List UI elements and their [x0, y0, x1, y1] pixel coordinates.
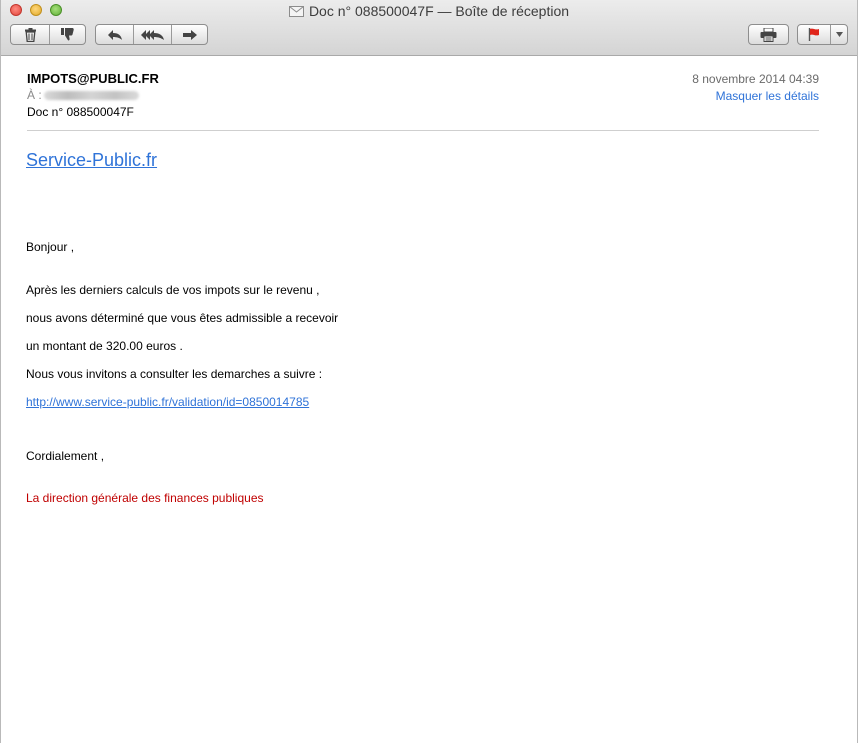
flag-button[interactable] — [798, 25, 830, 44]
body-line-2: nous avons déterminé que vous êtes admis… — [26, 311, 339, 325]
body-line-3: un montant de 320.00 euros . — [26, 339, 183, 353]
signature: La direction générale des finances publi… — [26, 491, 264, 505]
print-button-face[interactable] — [749, 25, 788, 44]
red-flag-icon — [808, 28, 819, 41]
mail-window: Doc n° 088500047F — Boîte de réception I… — [0, 0, 858, 743]
print-button[interactable] — [748, 24, 789, 45]
window-title-text: Doc n° 088500047F — Boîte de réception — [308, 3, 570, 19]
window-title: Doc n° 088500047F — Boîte de réception — [1, 3, 857, 19]
printer-icon — [760, 27, 777, 42]
reply-forward-group — [95, 24, 208, 45]
sender: IMPOTS@PUBLIC.FR — [27, 71, 159, 86]
greeting: Bonjour , — [26, 240, 75, 254]
redacted-recipient — [43, 91, 139, 101]
trash-icon — [24, 27, 36, 42]
chevron-down-icon — [835, 32, 843, 37]
thumbs-down-icon — [60, 28, 74, 41]
flag-button-group — [797, 24, 848, 45]
message-date: 8 novembre 2014 04:39 — [692, 72, 819, 86]
title-bar: Doc n° 088500047F — Boîte de réception — [1, 0, 857, 56]
body-line-1: Après les derniers calculs de vos impots… — [26, 283, 320, 297]
envelope-icon — [288, 6, 304, 17]
reply-all-arrow-icon — [140, 29, 164, 40]
forward-arrow-icon — [182, 29, 197, 40]
hide-details-link[interactable]: Masquer les détails — [716, 89, 819, 103]
reply-arrow-icon — [107, 29, 122, 40]
recipient-row: À : — [27, 88, 139, 102]
reply-all-button[interactable] — [133, 25, 171, 44]
delete-junk-group — [10, 24, 86, 45]
reply-button[interactable] — [96, 25, 133, 44]
validation-link[interactable]: http://www.service-public.fr/validation/… — [26, 395, 309, 409]
delete-button[interactable] — [11, 25, 49, 44]
flag-menu-button[interactable] — [830, 25, 847, 44]
junk-button[interactable] — [49, 25, 85, 44]
service-public-link[interactable]: Service-Public.fr — [26, 150, 157, 171]
message-view: IMPOTS@PUBLIC.FR À : Doc n° 088500047F 8… — [1, 56, 857, 743]
header-divider — [27, 130, 819, 131]
recipient-label: À : — [27, 88, 42, 102]
closing: Cordialement , — [26, 449, 105, 463]
subject: Doc n° 088500047F — [27, 105, 134, 119]
body-line-4: Nous vous invitons a consulter les demar… — [26, 367, 323, 381]
forward-button[interactable] — [171, 25, 207, 44]
